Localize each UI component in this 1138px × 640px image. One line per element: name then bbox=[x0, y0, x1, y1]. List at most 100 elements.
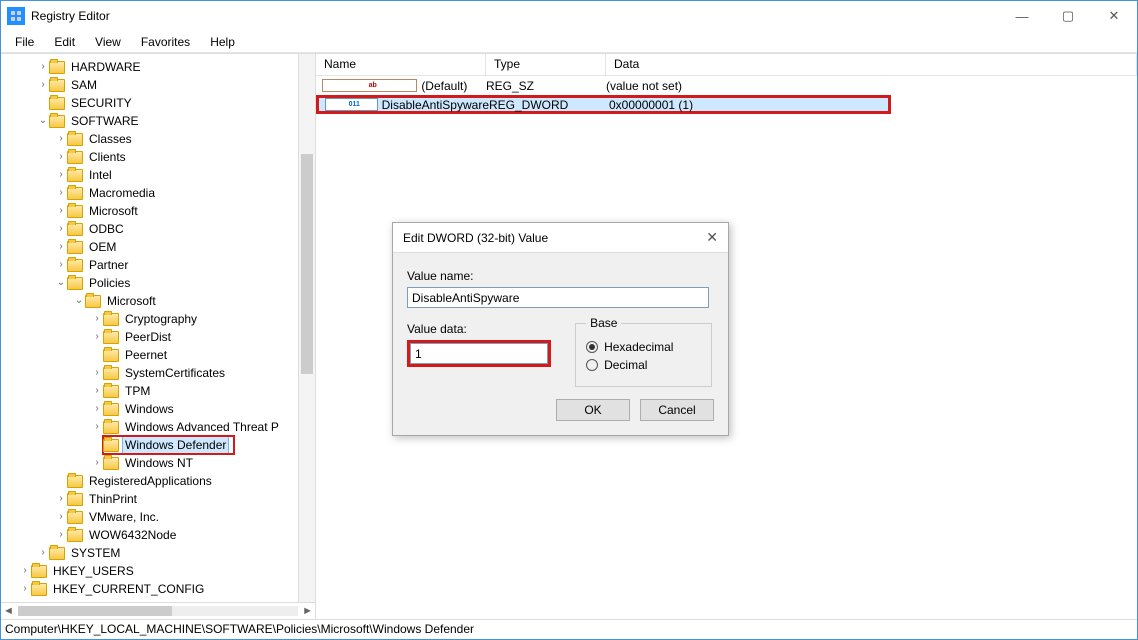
tree-item[interactable]: ⌄ Microsoft bbox=[1, 292, 315, 310]
folder-icon bbox=[103, 403, 119, 416]
minimize-button[interactable]: — bbox=[999, 1, 1045, 31]
tree-item[interactable]: › Macromedia bbox=[1, 184, 315, 202]
chevron-right-icon[interactable]: › bbox=[55, 508, 67, 526]
chevron-right-icon[interactable]: › bbox=[55, 238, 67, 256]
list-row[interactable]: ab(Default)REG_SZ(value not set) bbox=[316, 76, 1137, 95]
tree-item[interactable]: ›Intel bbox=[1, 166, 315, 184]
tree-item[interactable]: Windows Defender bbox=[1, 436, 315, 454]
folder-icon bbox=[67, 529, 83, 542]
col-data[interactable]: Data bbox=[606, 54, 1137, 75]
chevron-right-icon[interactable]: › bbox=[55, 526, 67, 544]
tree-item[interactable]: RegisteredApplications bbox=[1, 472, 315, 490]
chevron-right-icon[interactable]: › bbox=[55, 130, 67, 148]
tree-item[interactable]: › HARDWARE bbox=[1, 58, 315, 76]
radio-decimal[interactable]: Decimal bbox=[586, 358, 701, 372]
maximize-button[interactable]: ▢ bbox=[1045, 1, 1091, 31]
close-button[interactable]: ✕ bbox=[1091, 1, 1137, 31]
tree-item[interactable]: ›SYSTEM bbox=[1, 544, 315, 562]
status-bar: Computer\HKEY_LOCAL_MACHINE\SOFTWARE\Pol… bbox=[1, 619, 1137, 639]
chevron-right-icon[interactable]: › bbox=[55, 490, 67, 508]
menu-view[interactable]: View bbox=[87, 33, 129, 51]
chevron-right-icon[interactable]: › bbox=[91, 454, 103, 472]
menu-help[interactable]: Help bbox=[202, 33, 243, 51]
tree-item[interactable]: ›Windows Advanced Threat P bbox=[1, 418, 315, 436]
tree-item[interactable]: ⌄ Policies bbox=[1, 274, 315, 292]
tree-item[interactable]: ›ODBC bbox=[1, 220, 315, 238]
registry-tree[interactable]: ›HARDWARE›SAMSECURITY⌄SOFTWARE›Classes›C… bbox=[1, 58, 315, 598]
tree-item[interactable]: ›PeerDist bbox=[1, 328, 315, 346]
col-name[interactable]: Name bbox=[316, 54, 486, 75]
chevron-right-icon[interactable]: › bbox=[55, 184, 67, 202]
tree-item[interactable]: ›Partner bbox=[1, 256, 315, 274]
chevron-right-icon[interactable]: › bbox=[55, 148, 67, 166]
chevron-down-icon[interactable]: ⌄ bbox=[55, 274, 67, 292]
chevron-right-icon[interactable]: › bbox=[37, 544, 49, 562]
scroll-right-icon[interactable]: ► bbox=[302, 605, 313, 617]
tree-item[interactable]: ›Clients bbox=[1, 148, 315, 166]
menu-file[interactable]: File bbox=[7, 33, 42, 51]
tree-item[interactable]: ›Microsoft bbox=[1, 202, 315, 220]
tree-item-label: HARDWARE bbox=[69, 58, 143, 76]
ok-button[interactable]: OK bbox=[556, 399, 630, 421]
chevron-down-icon[interactable]: ⌄ bbox=[73, 292, 85, 310]
cancel-button[interactable]: Cancel bbox=[640, 399, 714, 421]
menu-favorites[interactable]: Favorites bbox=[133, 33, 198, 51]
chevron-right-icon[interactable]: › bbox=[91, 310, 103, 328]
folder-icon bbox=[31, 565, 47, 578]
list-row[interactable]: 011DisableAntiSpywareREG_DWORD0x00000001… bbox=[316, 95, 891, 114]
value-data-input[interactable] bbox=[410, 343, 548, 364]
chevron-right-icon[interactable]: › bbox=[91, 382, 103, 400]
tree-item[interactable]: ›Cryptography bbox=[1, 310, 315, 328]
chevron-right-icon[interactable]: › bbox=[55, 220, 67, 238]
scroll-left-icon[interactable]: ◄ bbox=[3, 605, 14, 617]
chevron-right-icon[interactable]: › bbox=[55, 256, 67, 274]
titlebar[interactable]: Registry Editor — ▢ ✕ bbox=[1, 1, 1137, 31]
tree-item-label: Policies bbox=[87, 274, 132, 292]
chevron-right-icon[interactable]: › bbox=[91, 328, 103, 346]
tree-item[interactable]: ›VMware, Inc. bbox=[1, 508, 315, 526]
chevron-down-icon[interactable]: ⌄ bbox=[37, 112, 49, 130]
tree-item[interactable]: ›HKEY_CURRENT_CONFIG bbox=[1, 580, 315, 598]
tree-horizontal-scrollbar[interactable]: ◄► bbox=[1, 602, 315, 619]
value-data-label: Value data: bbox=[407, 322, 553, 336]
dialog-close-button[interactable]: ✕ bbox=[706, 229, 718, 246]
tree-item-label: Macromedia bbox=[87, 184, 157, 202]
chevron-right-icon[interactable]: › bbox=[19, 580, 31, 598]
tree-item[interactable]: ⌄SOFTWARE bbox=[1, 112, 315, 130]
tree-item[interactable]: › OEM bbox=[1, 238, 315, 256]
chevron-right-icon[interactable]: › bbox=[91, 418, 103, 436]
tree-item[interactable]: ›Windows bbox=[1, 400, 315, 418]
col-type[interactable]: Type bbox=[486, 54, 606, 75]
value-name-input[interactable] bbox=[407, 287, 709, 308]
menu-edit[interactable]: Edit bbox=[46, 33, 83, 51]
tree-item[interactable]: ›TPM bbox=[1, 382, 315, 400]
tree-item[interactable]: Peernet bbox=[1, 346, 315, 364]
folder-icon bbox=[49, 115, 65, 128]
chevron-right-icon[interactable]: › bbox=[19, 562, 31, 580]
value-name: (Default) bbox=[421, 79, 486, 93]
radio-hexadecimal[interactable]: Hexadecimal bbox=[586, 340, 701, 354]
folder-icon bbox=[67, 475, 83, 488]
tree-item[interactable]: › Classes bbox=[1, 130, 315, 148]
chevron-right-icon[interactable]: › bbox=[91, 400, 103, 418]
tree-item[interactable]: ›Windows NT bbox=[1, 454, 315, 472]
chevron-right-icon[interactable]: › bbox=[37, 58, 49, 76]
tree-item[interactable]: ›SAM bbox=[1, 76, 315, 94]
tree-item-label: OEM bbox=[87, 238, 118, 256]
chevron-right-icon[interactable]: › bbox=[37, 76, 49, 94]
dialog-title: Edit DWORD (32-bit) Value bbox=[403, 231, 548, 245]
tree-vertical-scrollbar[interactable] bbox=[298, 54, 315, 602]
tree-item[interactable]: ›ThinPrint bbox=[1, 490, 315, 508]
tree-item[interactable]: SECURITY bbox=[1, 94, 315, 112]
tree-item[interactable]: ›SystemCertificates bbox=[1, 364, 315, 382]
tree-item-label: Microsoft bbox=[105, 292, 158, 310]
list-header[interactable]: Name Type Data bbox=[316, 54, 1137, 76]
folder-icon bbox=[67, 259, 83, 272]
chevron-right-icon[interactable]: › bbox=[55, 166, 67, 184]
chevron-right-icon[interactable]: › bbox=[55, 202, 67, 220]
tree-item-label: Classes bbox=[87, 130, 134, 148]
value-data: 0x00000001 (1) bbox=[609, 98, 888, 112]
chevron-right-icon[interactable]: › bbox=[91, 364, 103, 382]
tree-item[interactable]: ›WOW6432Node bbox=[1, 526, 315, 544]
tree-item[interactable]: ›HKEY_USERS bbox=[1, 562, 315, 580]
